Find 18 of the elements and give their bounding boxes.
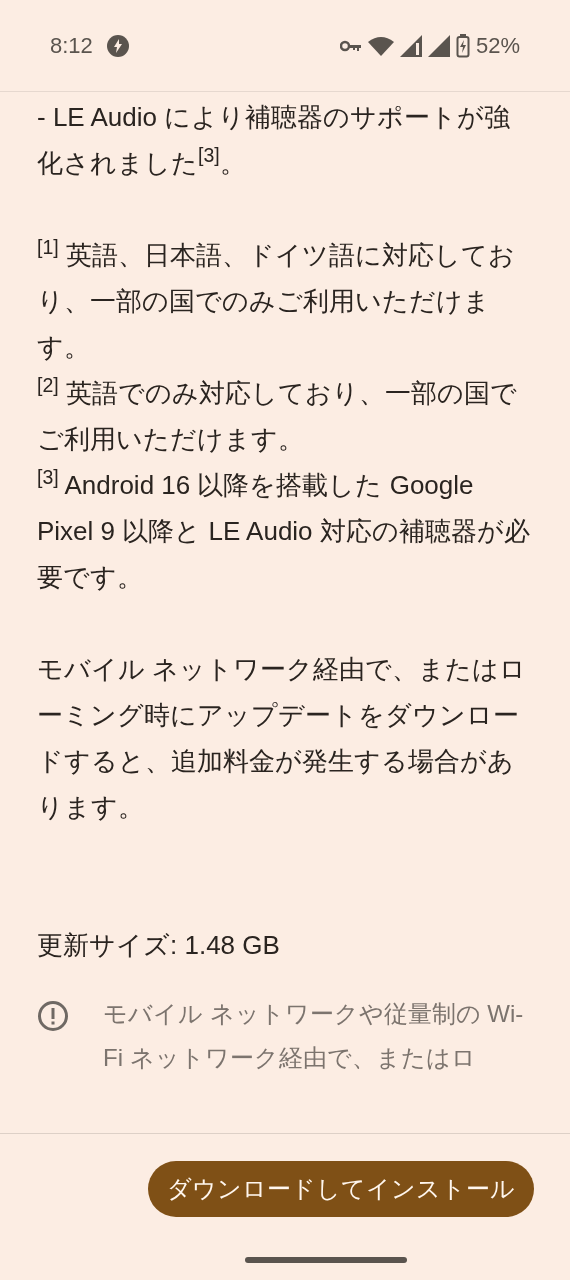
bolt-circle-icon — [106, 34, 129, 57]
home-indicator[interactable] — [245, 1257, 407, 1263]
signal-icon — [427, 34, 450, 57]
exclamation-circle-icon — [37, 1000, 69, 1032]
download-install-button[interactable]: ダウンロードしてインストール — [148, 1161, 534, 1217]
footnote-text: $^{[3]}$ Android 16 以降を搭載した Google Pixel 9 以降と LE Audio 対応の補聴器が必要です。 — [37, 465, 530, 594]
body-text: モバイル ネットワーク経由で、またはローミング時にアップデートをダウンロードすると、追加料金が発生する場合があります。 — [37, 653, 528, 824]
footnote-text: $^{[1]}$ 英語、日本語、ドイツ語に対応しており、一部の国でのみご利用いただけます。 — [37, 235, 516, 364]
warning-text: モバイル ネットワークや従量制の Wi-Fi ネットワーク経由で、またはロ — [103, 999, 525, 1073]
body-text: 更新サイズ: 1.48 GB — [37, 929, 281, 962]
battery-percent: 52% — [475, 32, 520, 60]
footnote-text: $^{[2]}$ 英語でのみ対応しており、一部の国でご利用いただけます。 — [37, 373, 518, 456]
signal-icon — [399, 34, 422, 57]
key-icon — [339, 38, 362, 53]
wifi-icon — [367, 35, 394, 56]
body-text: - LE Audio により補聴器のサポートが強化されました$^{[3]}$。 — [37, 101, 512, 180]
battery-icon — [455, 33, 470, 58]
clock-time: 8:12 — [50, 32, 93, 60]
